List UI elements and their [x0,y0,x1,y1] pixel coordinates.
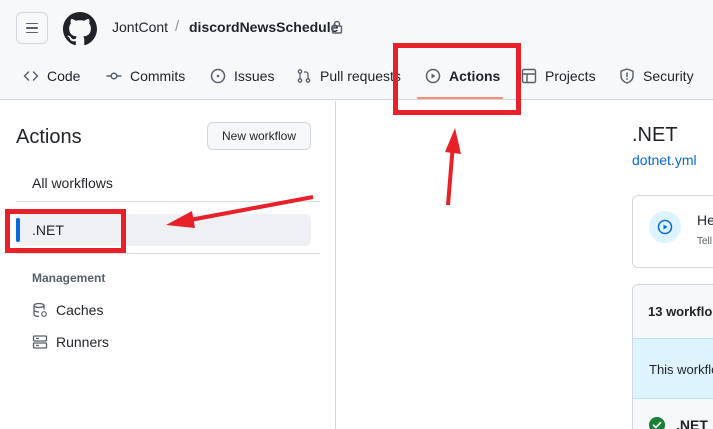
sidebar-title: Actions [16,126,82,148]
tab-pull-requests[interactable]: Pull requests [296,58,401,94]
tab-label: Commits [130,68,186,84]
lock-icon [331,20,343,34]
workflow-runs-count: 13 workflo [648,304,713,319]
code-icon [23,71,39,81]
hamburger-menu-button[interactable] [16,12,48,44]
check-circle-icon [649,417,665,429]
help-card-title: He [697,212,713,228]
sidebar-item-all-workflows[interactable]: All workflows [32,175,113,191]
database-icon [33,302,47,318]
commit-icon [106,72,122,80]
workflow-title: .NET [632,124,678,146]
workflow-run-title[interactable]: .NET [676,417,708,429]
help-card-subtitle: Tell [697,236,713,247]
management-heading: Management [32,271,106,285]
annotation-highlight-box [5,209,126,253]
sidebar-item-caches[interactable]: Caches [32,300,103,320]
new-workflow-button[interactable]: New workflow [207,122,311,150]
tab-label: Projects [545,68,596,84]
menu-line [26,31,38,34]
tab-label: Code [47,68,81,84]
repo-name-link[interactable]: discordNewsSchedule [189,19,338,35]
tab-label: Pull requests [320,68,401,84]
tab-code[interactable]: Code [23,58,80,94]
annotation-highlight-box [393,43,521,115]
divider [16,201,320,202]
sidebar-item-label: Runners [56,334,109,350]
menu-line [26,22,38,25]
table-icon [521,68,537,84]
repo-owner-link[interactable]: JontCont [112,19,168,35]
tab-issues[interactable]: Issues [210,58,274,94]
tab-security[interactable]: Security [619,58,694,94]
menu-line [26,27,38,29]
repo-nav-tabs: Code Commits Issues Pull requests Action… [0,58,713,94]
sidebar-item-runners[interactable]: Runners [32,332,109,352]
pull-request-icon [297,69,311,83]
server-icon [32,335,48,349]
tab-label: Security [643,68,694,84]
sidebar-item-label: Caches [56,302,104,318]
workflow-file-link[interactable]: dotnet.yml [632,152,697,168]
shield-icon [620,68,634,84]
issue-icon [210,68,226,84]
tab-commits[interactable]: Commits [106,58,185,94]
tab-projects[interactable]: Projects [521,58,596,94]
repo-header: JontCont / discordNewsSchedule Code Comm… [0,0,713,100]
path-separator: / [175,18,180,35]
actions-sidebar: Actions New workflow All workflows .NET … [0,101,336,429]
info-banner-text: This workflo [649,362,713,377]
annotation-arrow [445,128,461,206]
divider [16,253,320,254]
github-logo-icon[interactable] [63,12,97,46]
play-circle-icon [649,211,681,243]
tab-label: Issues [234,68,275,84]
